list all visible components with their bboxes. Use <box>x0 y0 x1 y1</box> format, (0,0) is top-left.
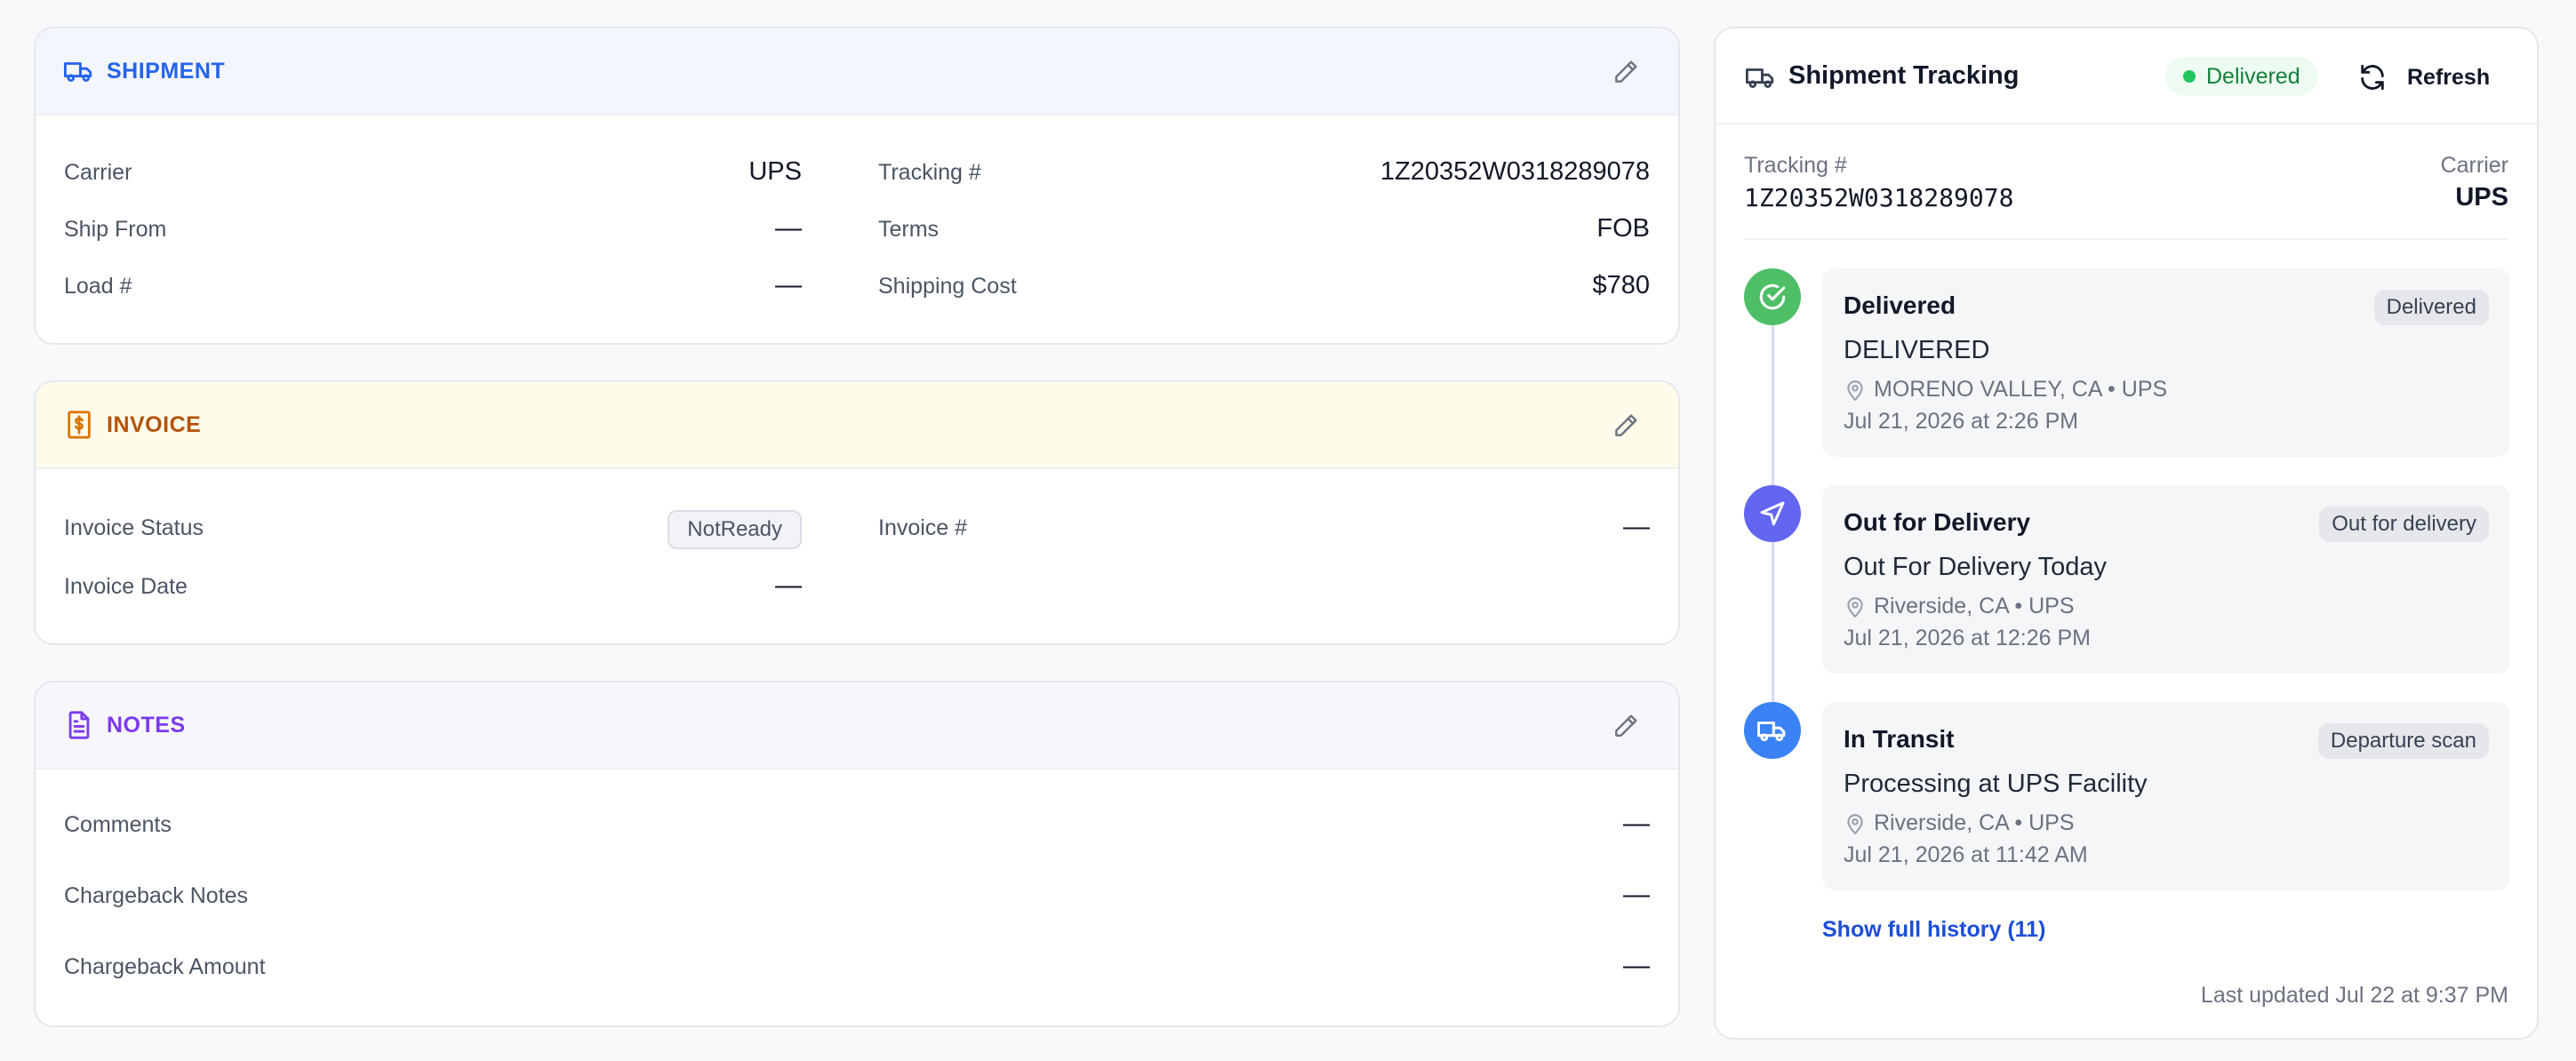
truck-icon <box>1757 721 1786 742</box>
invoice-card-header: INVOICE <box>36 382 1678 469</box>
invoice-status-label: Invoice Status <box>64 515 204 540</box>
tracking-number-value: 1Z20352W0318289078 <box>1380 157 1650 186</box>
tracking-number-label: Tracking # <box>1744 153 1847 178</box>
pencil-icon <box>1615 714 1637 737</box>
event-description: DELIVERED <box>1844 336 1990 364</box>
event-time: Jul 21, 2026 at 2:26 PM <box>1844 409 2079 434</box>
event-badge: Departure scan <box>2317 723 2489 759</box>
carrier-value: UPS <box>2455 183 2508 211</box>
notes-title: NOTES <box>107 712 186 738</box>
event-description: Processing at UPS Facility <box>1844 770 2148 798</box>
event-description: Out For Delivery Today <box>1844 553 2108 581</box>
event-time: Jul 21, 2026 at 11:42 AM <box>1844 842 2088 867</box>
load-number-label: Load # <box>64 274 132 299</box>
event-location: Riverside, CA • UPS <box>1844 810 2075 836</box>
tracking-title: Shipment Tracking <box>1788 61 2020 90</box>
tracking-event-card: Delivered Delivered DELIVERED MORENO VAL… <box>1822 268 2510 457</box>
pencil-icon <box>1615 414 1637 436</box>
refresh-button[interactable]: Refresh <box>2357 62 2490 92</box>
tracking-status-text: Delivered <box>2206 63 2300 89</box>
carrier-label: Carrier <box>64 160 132 185</box>
event-delivered-marker <box>1744 268 1801 325</box>
tracking-number-label: Tracking # <box>878 160 981 185</box>
tracking-event-card: In Transit Departure scan Processing at … <box>1822 702 2510 890</box>
event-location-text: Riverside, CA • UPS <box>1874 594 2075 618</box>
invoice-edit-button[interactable] <box>1609 409 1643 443</box>
refresh-label: Refresh <box>2407 64 2491 90</box>
invoice-number-value: — <box>1623 512 1650 541</box>
ship-from-value: — <box>775 213 802 243</box>
notes-card-header: NOTES <box>36 682 1678 770</box>
notes-card: NOTES Comments — Chargeback Notes — Char… <box>34 681 1680 1027</box>
document-icon <box>64 710 94 740</box>
event-badge: Delivered <box>2373 290 2489 325</box>
shipping-cost-label: Shipping Cost <box>878 274 1017 299</box>
tracking-status-badge: Delivered <box>2165 57 2318 96</box>
show-full-history-link[interactable]: Show full history (11) <box>1822 917 2045 943</box>
event-in-transit-marker <box>1744 702 1801 759</box>
shipment-title: SHIPMENT <box>107 58 226 84</box>
invoice-date-label: Invoice Date <box>64 574 188 599</box>
terms-label: Terms <box>878 217 940 242</box>
event-title: Out for Delivery <box>1844 508 2031 536</box>
divider <box>1744 238 2508 240</box>
carrier-label: Carrier <box>2440 153 2508 178</box>
event-out-for-delivery-marker <box>1744 485 1801 542</box>
event-location-text: MORENO VALLEY, CA • UPS <box>1874 377 2168 402</box>
tracking-number-value: 1Z20352W0318289078 <box>1744 183 2014 212</box>
event-time: Jul 21, 2026 at 12:26 PM <box>1844 626 2091 650</box>
chargeback-notes-label: Chargeback Notes <box>64 883 249 908</box>
status-dot <box>2183 70 2196 83</box>
event-title: In Transit <box>1844 725 1955 753</box>
event-location: MORENO VALLEY, CA • UPS <box>1844 377 2167 403</box>
truck-icon <box>1746 62 1776 97</box>
pencil-icon <box>1615 60 1637 83</box>
chargeback-amount-label: Chargeback Amount <box>64 954 266 979</box>
terms-value: FOB <box>1596 214 1650 243</box>
refresh-icon <box>2361 64 2384 91</box>
chargeback-amount-value: — <box>1623 951 1650 980</box>
notes-edit-button[interactable] <box>1609 709 1643 743</box>
shipment-edit-button[interactable] <box>1609 55 1643 89</box>
comments-value: — <box>1623 809 1650 838</box>
invoice-date-value: — <box>775 570 802 600</box>
invoice-status-badge: NotReady <box>668 510 802 549</box>
shipment-card-header: SHIPMENT <box>36 28 1678 116</box>
map-pin-icon <box>1847 596 1863 618</box>
tracking-event-card: Out for Delivery Out for delivery Out Fo… <box>1822 485 2510 674</box>
invoice-title: INVOICE <box>107 411 202 437</box>
shipping-cost-value: $780 <box>1592 271 1650 299</box>
event-location-text: Riverside, CA • UPS <box>1874 810 2075 835</box>
invoice-card: INVOICE Invoice Status NotReady Invoice … <box>34 380 1680 645</box>
ship-from-label: Ship From <box>64 217 167 242</box>
comments-label: Comments <box>64 812 172 837</box>
map-pin-icon <box>1847 379 1863 401</box>
load-number-value: — <box>775 270 802 299</box>
invoice-dollar-icon <box>64 410 94 440</box>
last-updated-text: Last updated Jul 22 at 9:37 PM <box>2200 983 2508 1008</box>
event-title: Delivered <box>1844 291 1956 319</box>
event-location: Riverside, CA • UPS <box>1844 594 2075 619</box>
shipment-card: SHIPMENT Carrier UPS Ship From — Load # … <box>34 27 1680 345</box>
tracking-panel: Shipment Tracking Delivered Refresh Trac… <box>1714 27 2539 1040</box>
map-pin-icon <box>1847 813 1863 834</box>
chargeback-notes-value: — <box>1623 880 1650 909</box>
event-badge: Out for delivery <box>2319 507 2489 542</box>
truck-icon <box>64 56 94 86</box>
invoice-number-label: Invoice # <box>878 515 968 540</box>
carrier-value: UPS <box>748 157 802 186</box>
tracking-header: Shipment Tracking Delivered Refresh <box>1716 28 2537 124</box>
navigation-arrow-icon <box>1760 501 1785 526</box>
check-circle-icon <box>1759 283 1786 310</box>
